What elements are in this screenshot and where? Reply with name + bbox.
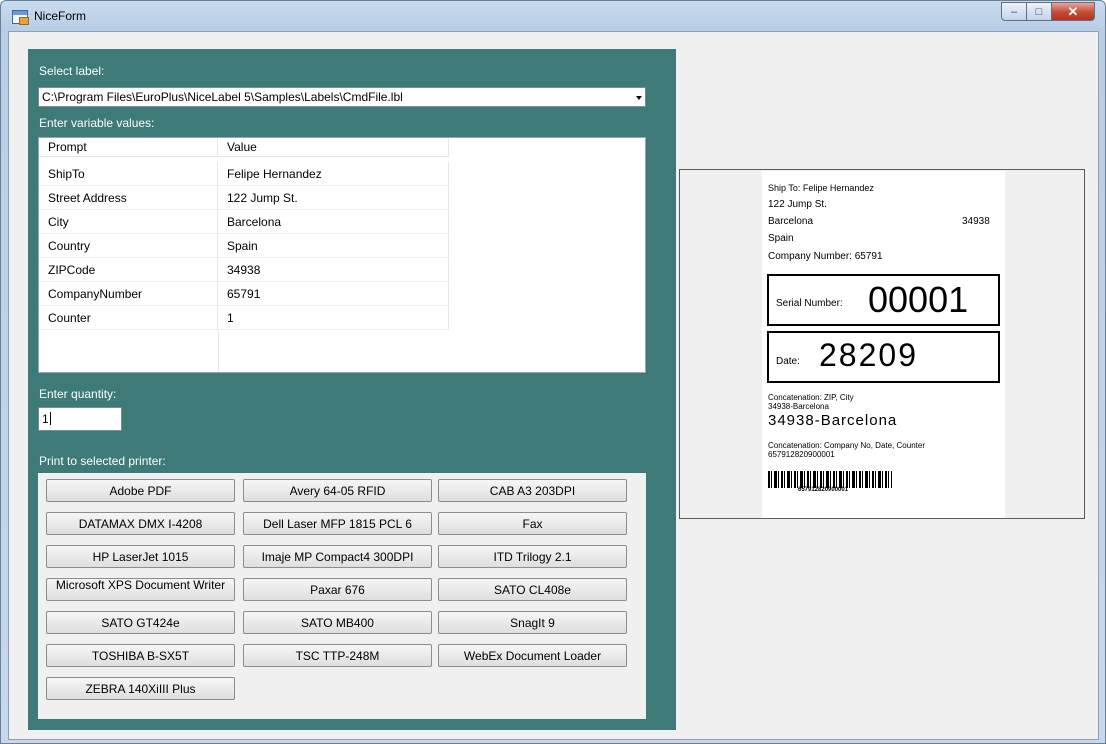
printer-button-webex[interactable]: WebEx Document Loader [438, 644, 627, 667]
prompt-cell: Street Address [39, 186, 218, 210]
printer-button-datamax[interactable]: DATAMAX DMX I-4208 [46, 512, 235, 535]
maximize-button[interactable]: □ [1027, 2, 1052, 21]
text-caret [49, 412, 51, 425]
quantity-input[interactable]: 1 [38, 407, 122, 431]
printer-button-xps[interactable]: Microsoft XPS Document Writer [46, 578, 235, 601]
table-row[interactable]: Country Spain [39, 234, 459, 258]
printer-button-dell[interactable]: Dell Laser MFP 1815 PCL 6 [243, 512, 432, 535]
variables-grid[interactable]: Prompt Value ShipTo Felipe Hernandez Str… [38, 137, 646, 373]
printer-button-avery[interactable]: Avery 64-05 RFID [243, 479, 432, 502]
table-row[interactable]: Street Address 122 Jump St. [39, 186, 459, 210]
printer-button-sato-cl408e[interactable]: SATO CL408e [438, 578, 627, 601]
value-cell[interactable]: Spain [218, 234, 449, 258]
window-controls: – □ ✕ [1001, 2, 1095, 21]
table-row[interactable]: Counter 1 [39, 306, 459, 330]
serial-number-box: Serial Number: 00001 [767, 274, 1000, 326]
printer-button-imaje[interactable]: Imaje MP Compact4 300DPI [243, 545, 432, 568]
label-file-combo[interactable]: C:\Program Files\EuroPlus\NiceLabel 5\Sa… [38, 87, 646, 107]
concat-zip-city-caption: Concatenation: ZIP, City [768, 393, 854, 402]
company-number-text: Company Number: 65791 [768, 251, 883, 262]
concat-company-value: 657912820900001 [768, 450, 835, 459]
date-value: 28209 [819, 337, 918, 373]
value-cell[interactable]: 34938 [218, 258, 449, 282]
form-panel: Select label: C:\Program Files\EuroPlus\… [28, 49, 676, 730]
variables-caption: Enter variable values: [39, 116, 155, 130]
niceform-window: NiceForm – □ ✕ Select label: C:\Program … [0, 0, 1106, 744]
title-bar: NiceForm – □ ✕ [1, 1, 1105, 31]
table-row[interactable]: ZIPCode 34938 [39, 258, 459, 282]
ship-to-text: Ship To: Felipe Hernandez [768, 183, 874, 193]
country-text: Spain [768, 233, 794, 244]
city-text: Barcelona [768, 216, 814, 227]
printer-button-toshiba[interactable]: TOSHIBA B-SX5T [46, 644, 235, 667]
grid-header-row: Prompt Value [39, 138, 459, 157]
street-text: 122 Jump St. [768, 199, 827, 210]
printer-button-paxar[interactable]: Paxar 676 [243, 578, 432, 601]
prompt-cell: ShipTo [39, 162, 218, 186]
table-row[interactable]: City Barcelona [39, 210, 459, 234]
grid-header-prompt[interactable]: Prompt [39, 138, 218, 157]
value-cell[interactable]: 65791 [218, 282, 449, 306]
concat-company-caption: Concatenation: Company No, Date, Counter [768, 441, 925, 450]
barcode [768, 471, 892, 488]
concat-zip-city-small: 34938-Barcelona [768, 402, 829, 411]
label-sheet: Ship To: Felipe Hernandez 122 Jump St. B… [762, 171, 1005, 518]
app-icon [12, 10, 29, 25]
window-title: NiceForm [34, 9, 87, 23]
minimize-button[interactable]: – [1001, 2, 1027, 21]
label-file-path: C:\Program Files\EuroPlus\NiceLabel 5\Sa… [42, 90, 403, 104]
prompt-cell: Counter [39, 306, 218, 330]
printer-button-sato-gt424e[interactable]: SATO GT424e [46, 611, 235, 634]
value-cell[interactable]: 122 Jump St. [218, 186, 449, 210]
prompt-cell: CompanyNumber [39, 282, 218, 306]
value-cell[interactable]: Felipe Hernandez [218, 162, 449, 186]
printer-button-cab[interactable]: CAB A3 203DPI [438, 479, 627, 502]
client-area: Select label: C:\Program Files\EuroPlus\… [8, 31, 1099, 740]
value-cell[interactable]: 1 [218, 306, 449, 330]
printers-caption: Print to selected printer: [39, 454, 166, 468]
serial-number-caption: Serial Number: [776, 298, 843, 309]
prompt-cell: Country [39, 234, 218, 258]
printer-button-hp[interactable]: HP LaserJet 1015 [46, 545, 235, 568]
table-row[interactable]: CompanyNumber 65791 [39, 282, 459, 306]
printer-button-itd[interactable]: ITD Trilogy 2.1 [438, 545, 627, 568]
value-cell[interactable]: Barcelona [218, 210, 449, 234]
grid-header-value[interactable]: Value [218, 138, 449, 157]
printer-button-fax[interactable]: Fax [438, 512, 627, 535]
quantity-caption: Enter quantity: [39, 387, 117, 401]
printer-button-adobe-pdf[interactable]: Adobe PDF [46, 479, 235, 502]
serial-number-value: 00001 [868, 279, 969, 320]
date-caption: Date: [776, 356, 800, 367]
printer-button-zebra[interactable]: ZEBRA 140XiIII Plus [46, 677, 235, 700]
printer-button-sato-mb400[interactable]: SATO MB400 [243, 611, 432, 634]
barcode-text: 657912820900001 [798, 487, 849, 493]
printer-button-tsc[interactable]: TSC TTP-248M [243, 644, 432, 667]
select-label-caption: Select label: [39, 64, 105, 78]
quantity-value: 1 [42, 412, 49, 426]
prompt-cell: City [39, 210, 218, 234]
date-box: Date: 28209 [767, 331, 1000, 383]
chevron-down-icon[interactable] [636, 96, 642, 100]
prompt-cell: ZIPCode [39, 258, 218, 282]
concat-zip-city-big: 34938-Barcelona [768, 412, 898, 429]
close-button[interactable]: ✕ [1052, 2, 1095, 21]
table-row[interactable]: ShipTo Felipe Hernandez [39, 162, 459, 186]
printer-button-area: Adobe PDF Avery 64-05 RFID CAB A3 203DPI… [38, 473, 646, 719]
grid-divider [218, 330, 219, 372]
zip-text: 34938 [962, 216, 990, 227]
label-preview: Ship To: Felipe Hernandez 122 Jump St. B… [679, 169, 1085, 519]
printer-button-snagit[interactable]: SnagIt 9 [438, 611, 627, 634]
